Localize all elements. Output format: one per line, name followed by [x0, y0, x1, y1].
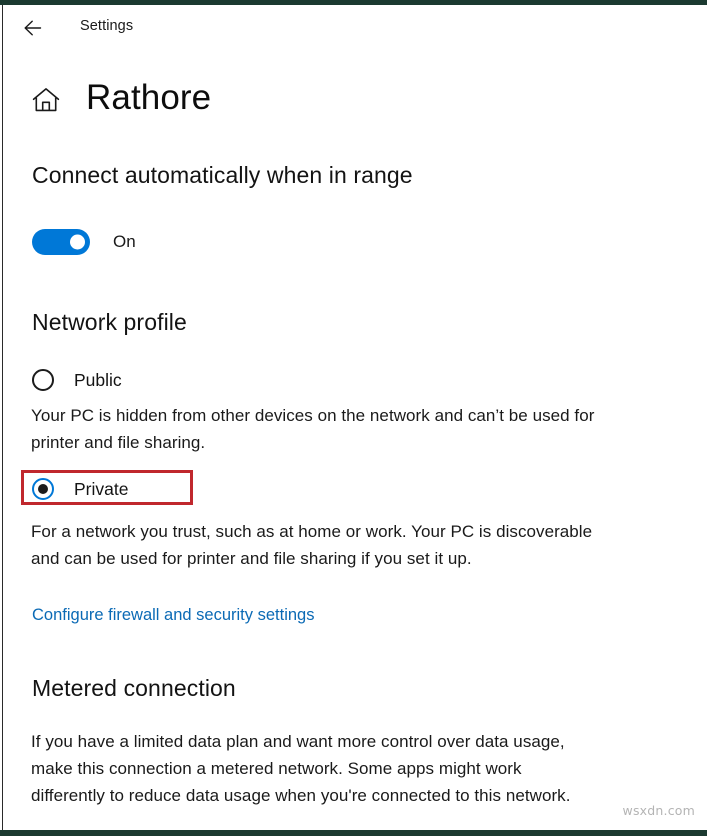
network-profile-heading: Network profile	[32, 309, 187, 335]
titlebar-label: Settings	[80, 18, 134, 34]
radio-circle-public	[32, 369, 54, 391]
private-description: For a network you trust, such as at home…	[31, 522, 593, 568]
titlebar: Settings	[3, 9, 707, 47]
radio-option-public[interactable]: Public	[32, 366, 122, 394]
back-arrow-icon	[23, 20, 45, 36]
configure-firewall-link[interactable]: Configure firewall and security settings	[32, 606, 314, 625]
settings-page: Settings Rathore Connect automatically w…	[3, 5, 707, 830]
connect-automatically-heading: Connect automatically when in range	[32, 162, 413, 188]
connect-automatically-toggle-row: On	[32, 229, 136, 255]
toggle-state-label: On	[113, 232, 136, 251]
window-bottom-band	[0, 830, 707, 836]
watermark: wsxdn.com	[622, 803, 695, 818]
metered-connection-heading: Metered connection	[32, 675, 236, 701]
toggle-knob	[70, 234, 85, 250]
connect-automatically-toggle[interactable]	[32, 229, 90, 255]
radio-option-private[interactable]: Private	[32, 475, 128, 503]
radio-circle-private	[32, 478, 54, 500]
back-button[interactable]	[15, 13, 53, 43]
home-icon[interactable]	[31, 85, 61, 115]
metered-connection-description: If you have a limited data plan and want…	[31, 732, 571, 805]
page-header: Rathore	[31, 73, 211, 121]
public-description: Your PC is hidden from other devices on …	[31, 406, 595, 452]
radio-label-private: Private	[74, 478, 129, 499]
radio-label-public: Public	[74, 369, 122, 390]
page-title: Rathore	[86, 77, 212, 117]
